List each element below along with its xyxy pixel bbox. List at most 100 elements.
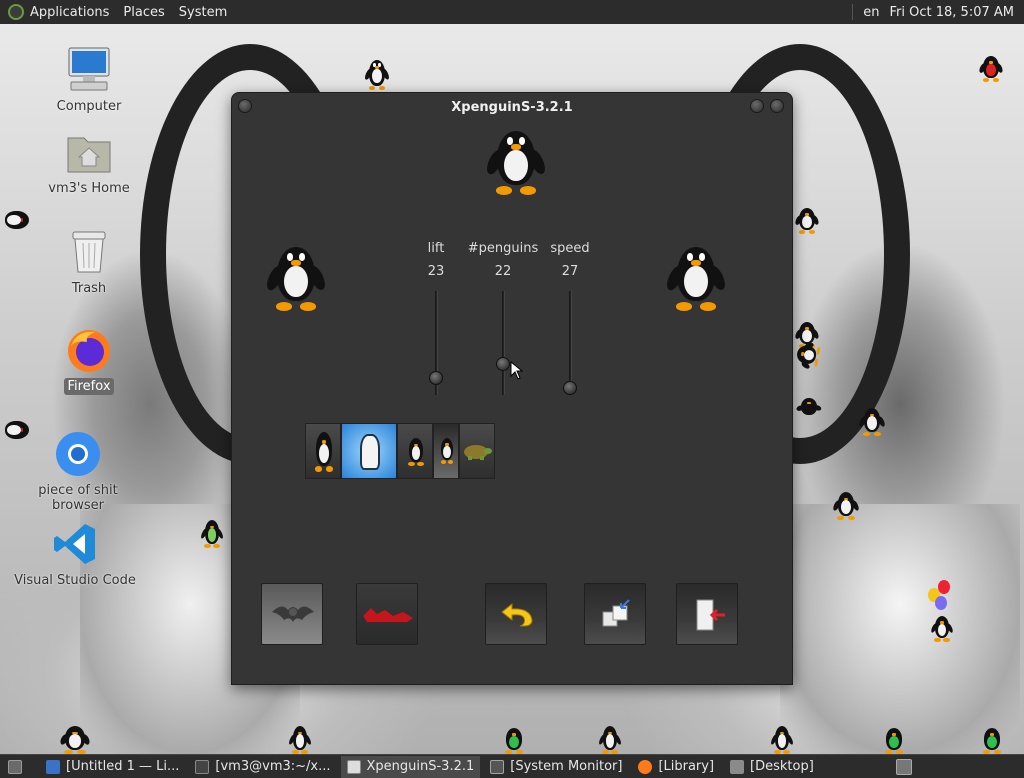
selected-theme-penguin-icon	[437, 438, 457, 464]
menu-applications[interactable]: Applications	[30, 5, 109, 20]
taskbar: [Untitled 1 — Li... [vm3@vm3:~/x... Xpen…	[0, 754, 1024, 778]
slider-speed: speed 27	[530, 241, 610, 279]
balloons-sprite	[928, 580, 956, 614]
mouse-cursor-icon	[510, 361, 524, 380]
penguin-sprite	[1, 415, 29, 445]
desktop-icon-trash[interactable]: Trash	[19, 228, 159, 297]
penguin-logo-icon	[484, 131, 548, 195]
penguin-sprite	[929, 616, 955, 642]
penguin-sprite	[363, 60, 391, 90]
window-titlebar[interactable]: XpenguinS-3.2.1	[232, 93, 792, 123]
penguin-sprite	[794, 208, 820, 234]
task-desktop[interactable]: [Desktop]	[724, 756, 820, 778]
maximize-button[interactable]	[770, 99, 784, 113]
penguin-sprite	[500, 728, 528, 754]
penguins-slider-track[interactable]	[502, 291, 505, 395]
penguin-sprite	[769, 726, 795, 754]
undo-button[interactable]	[485, 583, 547, 645]
penguin-right-icon	[664, 247, 728, 311]
penguin-sprite	[978, 728, 1006, 754]
penguin-sprite	[199, 520, 225, 548]
window-title: XpenguinS-3.2.1	[451, 100, 573, 115]
wizard-theme-icon	[360, 434, 380, 470]
turtle-theme-icon	[464, 445, 492, 460]
keyboard-layout-indicator[interactable]: en	[863, 5, 879, 20]
lift-slider-knob[interactable]	[429, 371, 443, 385]
penguin-sprite	[832, 492, 860, 520]
desktop-icon-firefox[interactable]: Firefox	[19, 326, 159, 395]
window-menu-button[interactable]	[238, 99, 252, 113]
theme-penguins[interactable]	[305, 423, 341, 479]
windows-button[interactable]	[584, 583, 646, 645]
task-label: [Library]	[658, 759, 715, 774]
desktop-icon-label: Computer	[56, 99, 122, 114]
theme-small-penguin[interactable]	[397, 423, 433, 479]
penguin-sprite	[880, 728, 908, 754]
desktop-icon-label: Visual Studio Code	[14, 573, 136, 588]
task-writer[interactable]: [Untitled 1 — Li...	[40, 756, 185, 778]
home-folder-icon	[65, 128, 113, 176]
desktop-icon-label: piece of shit browser	[38, 483, 118, 513]
clock[interactable]: Fri Oct 18, 5:07 AM	[890, 5, 1014, 20]
firefox-icon	[638, 759, 653, 774]
speed-slider-knob[interactable]	[563, 381, 577, 395]
penguin-theme-icon	[310, 432, 338, 472]
penguin-left-icon	[264, 247, 328, 311]
speed-slider-track[interactable]	[569, 291, 572, 395]
penguin-sprite	[597, 726, 623, 754]
penguin-sprite	[858, 408, 886, 436]
penguin-sprite	[795, 398, 823, 418]
exit-door-icon	[696, 599, 725, 631]
task-label: XpenguinS-3.2.1	[366, 759, 475, 774]
penguin-sprite	[978, 56, 1004, 82]
menu-places[interactable]: Places	[123, 5, 164, 20]
undo-arrow-icon	[501, 602, 533, 627]
slider-label: speed	[550, 241, 590, 256]
show-desktop-icon	[8, 759, 22, 774]
windows-arrange-icon	[602, 599, 630, 627]
minimize-button[interactable]	[750, 99, 764, 113]
browser-icon	[54, 430, 102, 478]
task-library[interactable]: [Library]	[632, 756, 720, 778]
desktop-icon-vscode[interactable]: Visual Studio Code	[5, 520, 145, 589]
desktop-icon-home[interactable]: vm3's Home	[19, 128, 159, 197]
task-label: [Untitled 1 — Li...	[66, 759, 180, 774]
wallpaper-hand-right	[780, 504, 1020, 754]
top-panel: Applications Places System en Fri Oct 18…	[0, 0, 1024, 24]
workspace-switcher[interactable]	[890, 756, 924, 778]
theme-wizard[interactable]	[341, 423, 397, 479]
penguin-sprite	[58, 726, 92, 754]
exit-button[interactable]	[676, 583, 738, 645]
distro-logo-icon[interactable]	[8, 4, 24, 20]
desktop-icon-browser[interactable]: piece of shit browser	[8, 430, 148, 514]
monitor-icon	[490, 759, 505, 774]
penguin-sprite	[287, 726, 313, 754]
penguin-sprite	[1, 205, 29, 235]
bat-button[interactable]	[261, 583, 323, 645]
theme-selected[interactable]	[433, 423, 459, 479]
penguins-slider-knob[interactable]	[496, 357, 510, 371]
xpenguins-window: XpenguinS-3.2.1 lift 23 #penguins 22 spe…	[231, 92, 793, 685]
desktop-icon-label: Firefox	[64, 378, 114, 395]
menu-system[interactable]: System	[179, 5, 227, 20]
task-terminal[interactable]: [vm3@vm3:~/x...	[189, 756, 336, 778]
lemming-icon	[363, 608, 413, 622]
small-penguin-theme-icon	[404, 438, 428, 466]
desktop-icon-computer[interactable]: Computer	[19, 46, 159, 115]
theme-selector	[305, 423, 495, 479]
theme-turtle[interactable]	[459, 423, 495, 479]
lemming-button[interactable]	[356, 583, 418, 645]
desktop-icon-label: Trash	[71, 281, 107, 296]
bat-icon	[272, 606, 314, 622]
task-system-monitor[interactable]: [System Monitor]	[484, 756, 628, 778]
window-icon	[346, 759, 361, 774]
show-desktop-button[interactable]	[0, 756, 36, 778]
folder-icon	[730, 759, 745, 774]
task-label: [Desktop]	[750, 759, 814, 774]
desktop-icon-label: vm3's Home	[48, 181, 130, 196]
task-label: [vm3@vm3:~/x...	[215, 759, 331, 774]
task-xpenguins[interactable]: XpenguinS-3.2.1	[340, 755, 481, 778]
computer-icon	[65, 46, 113, 94]
firefox-icon	[65, 326, 113, 374]
terminal-icon	[195, 759, 210, 774]
